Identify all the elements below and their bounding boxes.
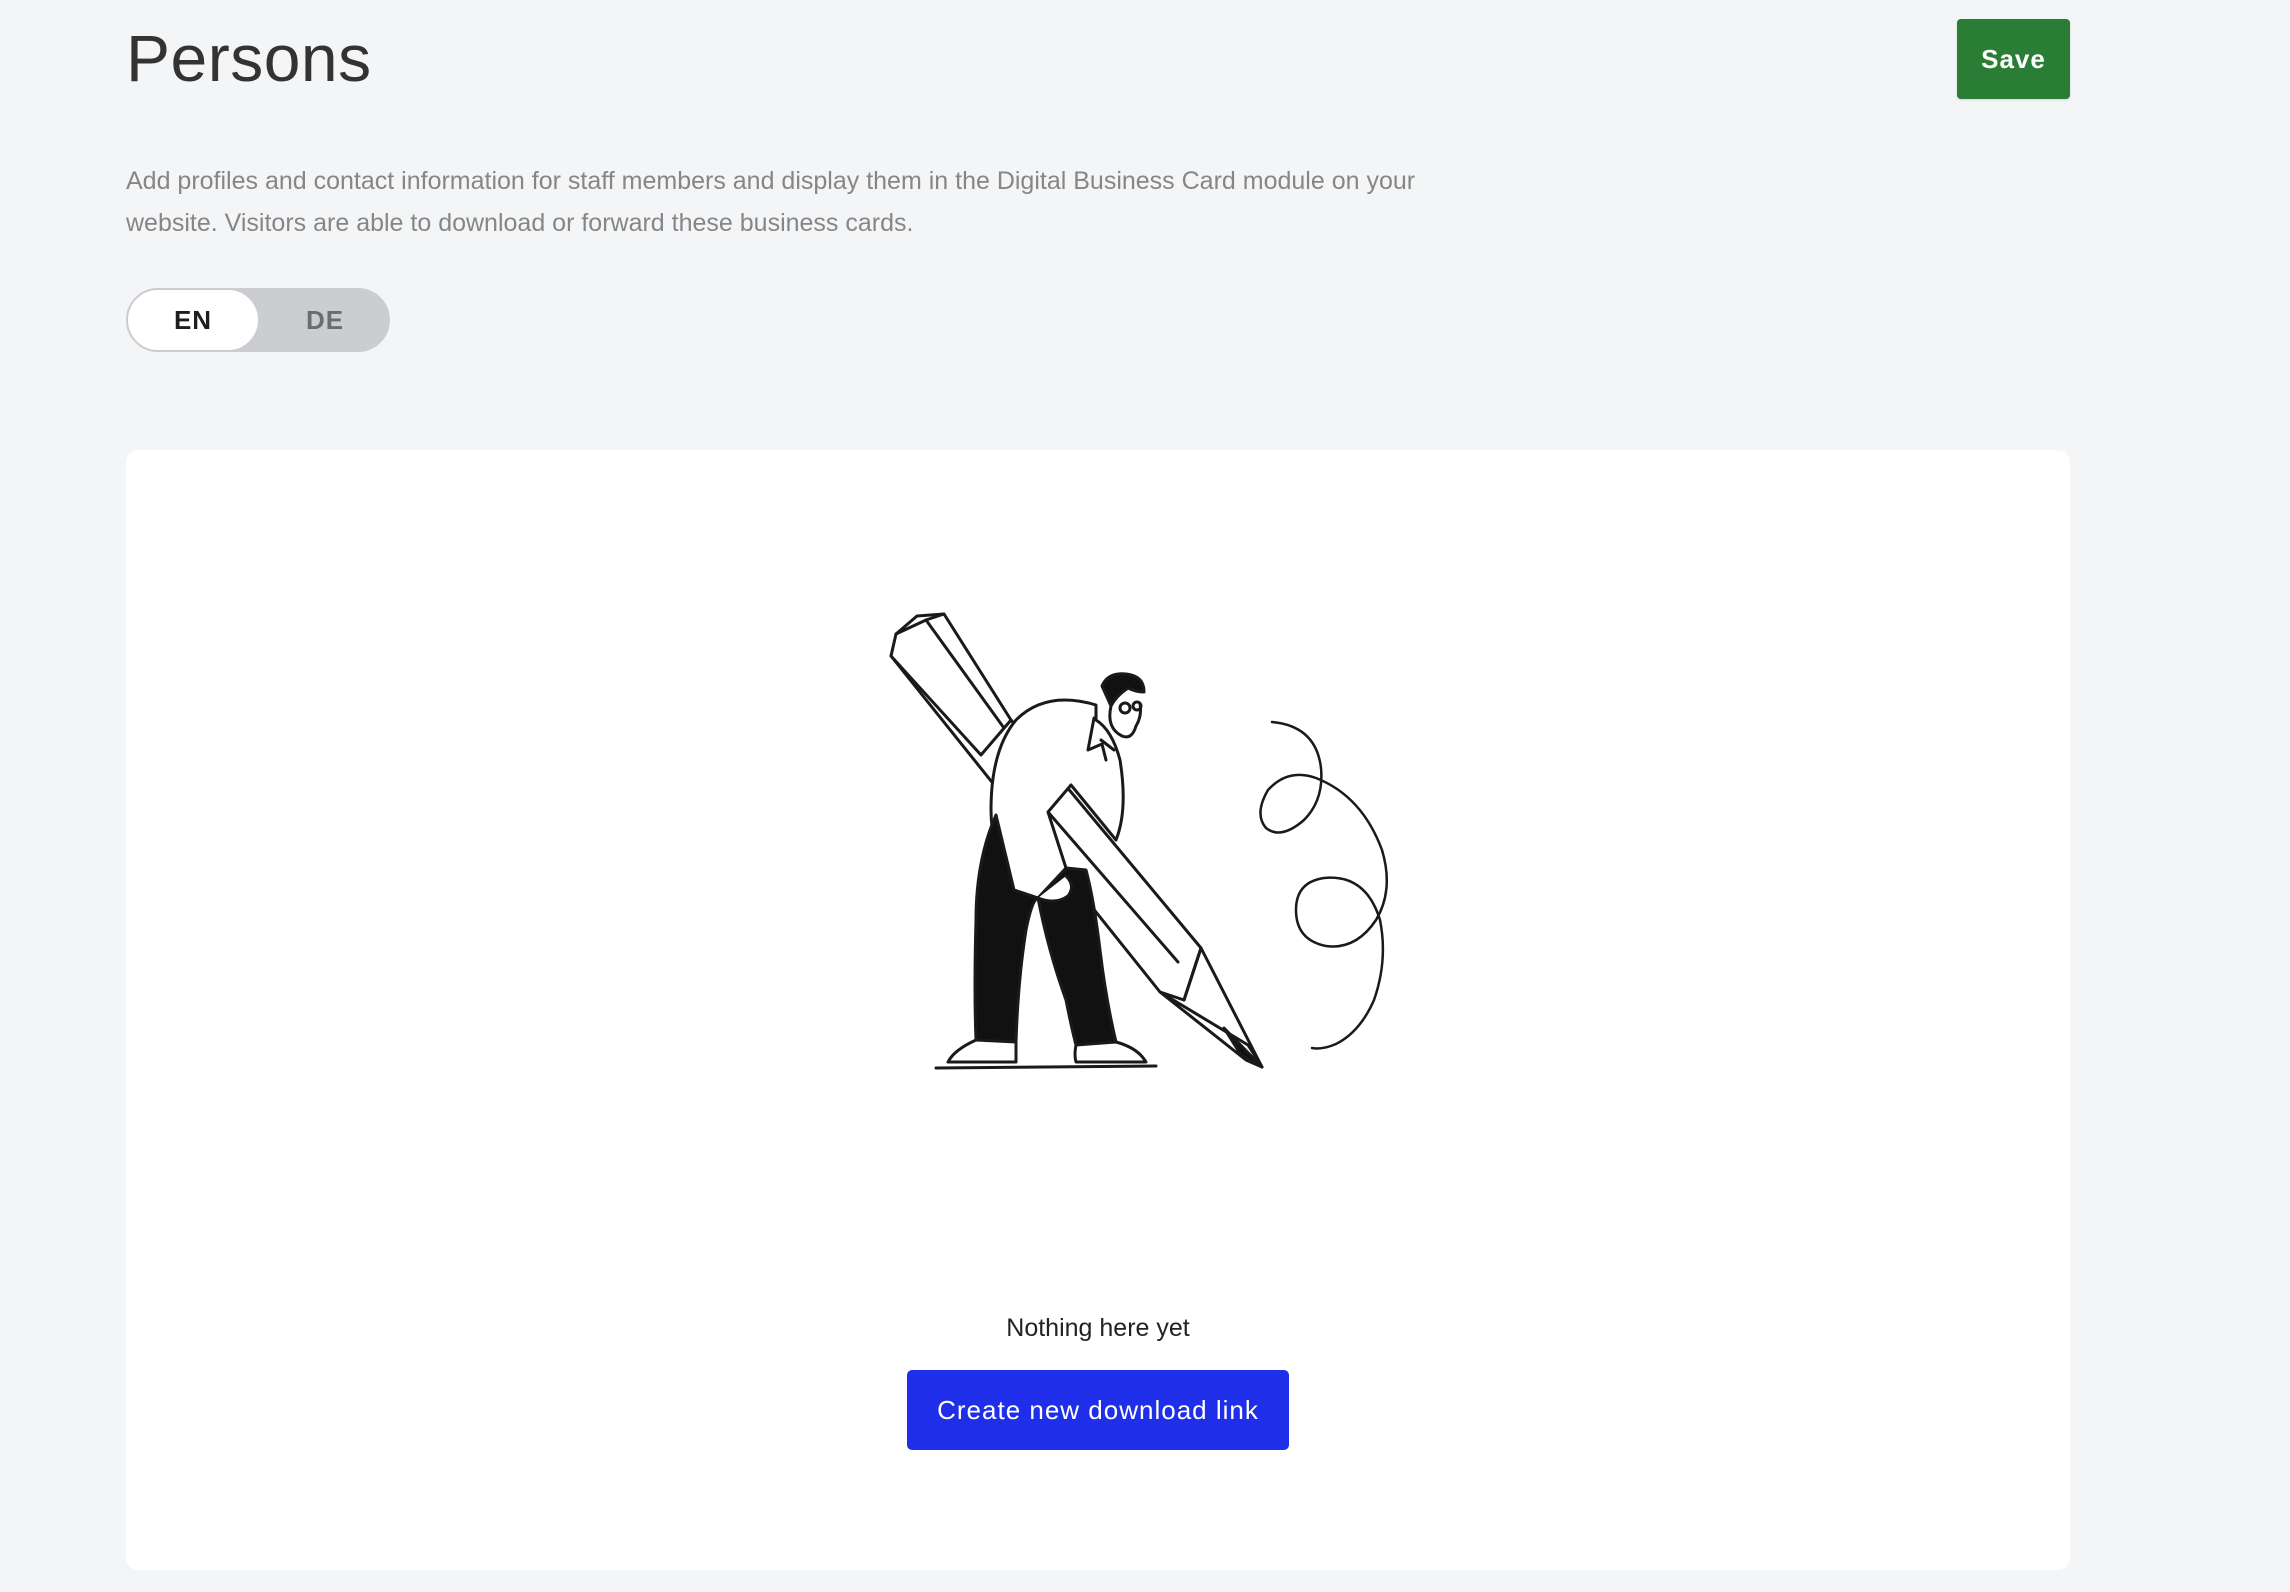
create-download-link-button[interactable]: Create new download link: [907, 1370, 1289, 1450]
man-head: [1100, 672, 1146, 739]
scribble-line: [1259, 720, 1388, 1050]
man-feet: [934, 1038, 1158, 1070]
save-button[interactable]: Save: [1957, 19, 2070, 99]
page-description: Add profiles and contact information for…: [126, 167, 1416, 237]
empty-state-message: Nothing here yet: [1006, 1314, 1190, 1342]
page-title: Persons: [126, 21, 372, 95]
empty-state-card: Nothing here yet Create new download lin…: [126, 450, 2070, 1570]
man-torso: [989, 698, 1125, 900]
language-option-de[interactable]: DE: [260, 288, 390, 352]
language-toggle[interactable]: EN DE: [126, 288, 390, 352]
person-holding-pencil-illustration: [889, 612, 1388, 1070]
language-option-en[interactable]: EN: [126, 288, 260, 352]
